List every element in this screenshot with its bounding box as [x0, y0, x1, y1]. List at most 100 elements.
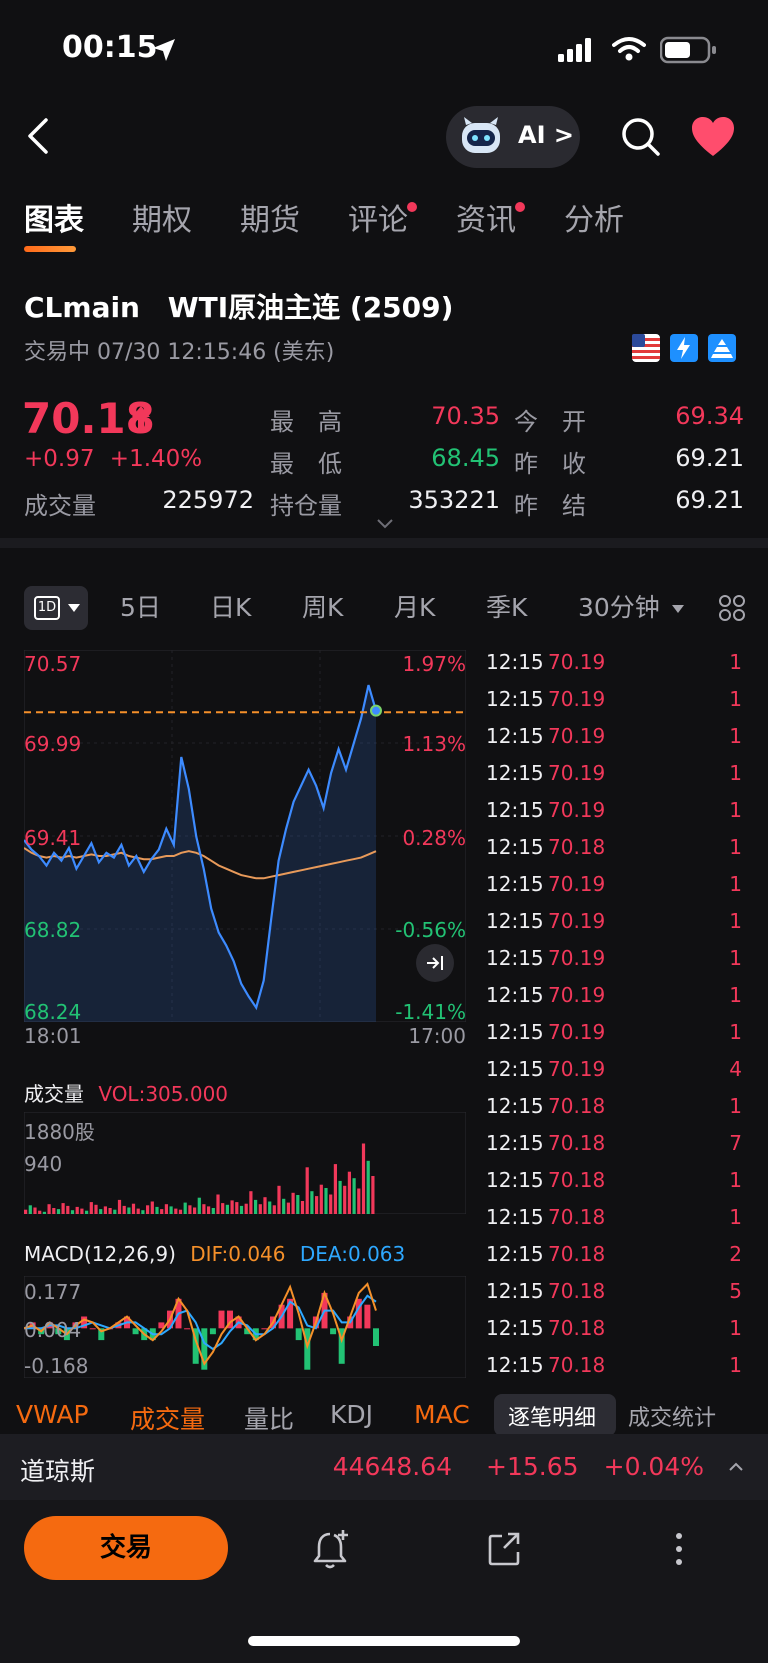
volume-bar — [80, 1208, 84, 1214]
volume-bar — [244, 1203, 248, 1214]
period-monthly[interactable]: 月K — [394, 586, 435, 630]
index-value: 44648.64 — [332, 1452, 452, 1481]
chevron-up-icon[interactable] — [728, 1462, 744, 1472]
volume-bar — [160, 1209, 164, 1214]
favorite-heart-icon[interactable] — [690, 116, 736, 158]
ai-robot-icon — [462, 117, 500, 153]
period-weekly[interactable]: 周K — [302, 586, 343, 630]
battery-icon — [660, 36, 716, 64]
tick-price: 70.18 — [548, 1279, 606, 1303]
volume-bar — [108, 1208, 112, 1214]
period-5d[interactable]: 5日 — [120, 586, 161, 630]
volume-bar — [52, 1208, 56, 1214]
tab-futures[interactable]: 期货 — [240, 200, 300, 242]
tick-quantity: 1 — [729, 687, 742, 711]
tab-comments[interactable]: 评论 — [348, 200, 417, 242]
y-label-left: 68.24 — [24, 1000, 82, 1024]
y-label-right: -1.41% — [395, 1000, 466, 1024]
macd-axis-mid: 0.004 — [24, 1318, 82, 1342]
low-value: 68.45 — [431, 444, 500, 472]
index-ticker-bar[interactable]: 道琼斯 44648.64 +15.65 +0.04% — [0, 1434, 768, 1500]
volume-bar — [268, 1201, 272, 1214]
tick-row: 12:15 70.18 1 — [486, 829, 748, 866]
tick-quantity: 1 — [729, 1168, 742, 1192]
volume-bar — [146, 1205, 150, 1214]
tab-options[interactable]: 期权 — [132, 200, 192, 242]
tick-price: 70.19 — [548, 687, 606, 711]
y-label-right: 1.97% — [402, 652, 466, 676]
unread-dot — [515, 202, 525, 212]
volume-bar — [225, 1204, 229, 1214]
scroll-to-latest-button[interactable] — [416, 944, 454, 982]
grid-layout-icon[interactable] — [718, 594, 746, 622]
tab-label: 图表 — [24, 203, 84, 238]
back-chevron-icon[interactable] — [22, 116, 52, 156]
macd-histogram-bar — [373, 1328, 379, 1346]
price-alert-bell-icon[interactable] — [312, 1528, 352, 1570]
macd-histogram-bar — [261, 1328, 268, 1330]
trade-button[interactable]: 交易 — [24, 1516, 228, 1580]
open-label: 今 开 — [514, 408, 586, 436]
volume-bar — [361, 1143, 366, 1214]
tab-tick-detail[interactable]: 逐笔明细 — [494, 1394, 616, 1436]
indicator-volume-ratio[interactable]: 量比 — [244, 1400, 294, 1436]
tick-row: 12:15 70.19 1 — [486, 977, 748, 1014]
more-vertical-icon[interactable] — [672, 1530, 686, 1568]
us-flag-icon — [632, 334, 660, 362]
volume-bar — [103, 1206, 107, 1214]
macd-title: MACD(12,26,9) — [24, 1242, 176, 1266]
index-change: +15.65 — [486, 1452, 579, 1481]
tick-time: 12:15 — [486, 650, 544, 674]
tick-quantity: 1 — [729, 724, 742, 748]
share-icon[interactable] — [486, 1530, 524, 1568]
tick-price: 70.18 — [548, 1131, 606, 1155]
indicator-macd[interactable]: MAC — [414, 1400, 470, 1429]
tick-price: 70.19 — [548, 761, 606, 785]
volume-bar — [33, 1207, 37, 1214]
expand-chevron-icon[interactable] — [376, 518, 394, 530]
tab-trade-stats[interactable]: 成交统计 — [628, 1400, 716, 1432]
indicator-volume[interactable]: 成交量 — [130, 1400, 205, 1436]
period-quarterly[interactable]: 季K — [486, 586, 527, 630]
tab-label: 资讯 — [456, 203, 516, 238]
volume-bar — [28, 1205, 32, 1214]
high-label: 最 高 — [270, 408, 342, 436]
tick-price: 70.19 — [548, 872, 606, 896]
tick-quantity: 5 — [729, 1279, 742, 1303]
tick-row: 12:15 70.18 1 — [486, 1199, 748, 1236]
period-1d-button[interactable]: 1D — [24, 586, 88, 630]
tick-row: 12:15 70.18 1 — [486, 1088, 748, 1125]
index-name: 道琼斯 — [20, 1457, 96, 1486]
tick-row: 12:15 70.19 1 — [486, 866, 748, 903]
tick-row: 12:15 70.18 7 — [486, 1125, 748, 1162]
volume-value: 225972 — [162, 486, 254, 514]
tab-news[interactable]: 资讯 — [456, 200, 525, 242]
volume-bar — [61, 1203, 65, 1214]
volume-bar — [94, 1204, 98, 1214]
market-badges — [632, 334, 738, 364]
volume-bar — [324, 1188, 328, 1214]
indicator-vwap[interactable]: VWAP — [16, 1400, 89, 1429]
macd-chart[interactable] — [24, 1276, 466, 1378]
y-label-left: 68.82 — [24, 918, 82, 942]
volume-bar — [333, 1164, 337, 1214]
tab-chart[interactable]: 图表 — [24, 200, 84, 252]
volume-bar — [202, 1204, 206, 1214]
prev-close-label: 昨 收 — [514, 450, 586, 478]
volume-bar — [164, 1204, 168, 1214]
period-30min[interactable]: 30分钟 — [578, 586, 684, 630]
volume-bar — [249, 1191, 253, 1214]
volume-bar — [319, 1184, 323, 1214]
tick-quantity: 1 — [729, 1316, 742, 1340]
volume-bar — [291, 1192, 295, 1214]
ai-assistant-button[interactable]: AI > — [446, 106, 580, 168]
macd-histogram-bar — [132, 1328, 139, 1335]
indicator-kdj[interactable]: KDJ — [330, 1400, 373, 1429]
volume-readout: VOL:305.000 — [98, 1082, 229, 1106]
index-change-pct: +0.04% — [603, 1452, 704, 1481]
search-icon[interactable] — [620, 116, 662, 158]
y-label-left: 70.57 — [24, 652, 82, 676]
tab-analysis[interactable]: 分析 — [564, 200, 624, 242]
period-daily[interactable]: 日K — [210, 586, 251, 630]
tick-row: 12:15 70.18 2 — [486, 1236, 748, 1273]
